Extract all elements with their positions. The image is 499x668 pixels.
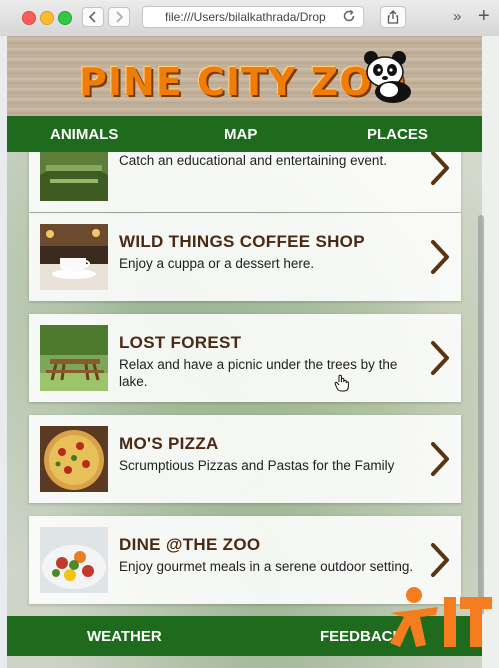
pizza-thumbnail xyxy=(40,426,108,492)
chevron-right-icon xyxy=(431,543,449,577)
nav-animals[interactable]: ANIMALS xyxy=(50,126,118,143)
chevron-left-icon xyxy=(88,11,96,23)
nav-map[interactable]: MAP xyxy=(224,126,257,143)
back-button[interactable] xyxy=(82,7,104,27)
address-text: file:///Users/bilalkathrada/Drop xyxy=(165,10,326,24)
zoom-window-button[interactable] xyxy=(58,11,72,25)
panda-icon xyxy=(364,51,411,103)
forward-button[interactable] xyxy=(108,7,130,27)
chevron-right-icon xyxy=(431,341,449,375)
chevron-right-icon xyxy=(116,11,124,23)
background-editor xyxy=(0,36,7,668)
new-tab-button[interactable]: + xyxy=(478,5,490,28)
list-item[interactable]: LOST FOREST Relax and have a picnic unde… xyxy=(29,314,461,402)
page-viewport: Catch an educational and entertaining ev… xyxy=(7,36,482,668)
minimize-window-button[interactable] xyxy=(40,11,54,25)
site-logo[interactable]: PINE CITY ZOO xyxy=(79,60,406,104)
list-item[interactable]: WILD THINGS COFFEE SHOP Enjoy a cuppa or… xyxy=(29,213,461,301)
place-description: Relax and have a picnic under the trees … xyxy=(119,357,398,389)
more-tabs-button[interactable]: » xyxy=(453,8,461,25)
close-window-button[interactable] xyxy=(22,11,36,25)
hand-cursor-icon xyxy=(334,374,349,392)
place-description: Enjoy a cuppa or a dessert here. xyxy=(119,256,315,271)
place-title: DINE @THE ZOO xyxy=(119,535,261,554)
window-edge xyxy=(482,36,499,668)
scrollbar[interactable] xyxy=(478,215,484,615)
brand-watermark-icon xyxy=(390,587,492,647)
share-icon xyxy=(387,10,399,24)
nav-places[interactable]: PLACES xyxy=(367,126,428,143)
browser-toolbar: file:///Users/bilalkathrada/Drop » + xyxy=(0,0,499,37)
chevron-right-icon xyxy=(431,240,449,274)
place-title: WILD THINGS COFFEE SHOP xyxy=(119,232,365,251)
picnic-thumbnail xyxy=(40,325,108,391)
site-header: PINE CITY ZOO xyxy=(7,36,482,116)
chevron-right-icon xyxy=(431,442,449,476)
place-description: Scrumptious Pizzas and Pastas for the Fa… xyxy=(119,458,395,473)
place-title: MO'S PIZZA xyxy=(119,434,219,453)
nav-weather[interactable]: WEATHER xyxy=(87,628,162,645)
list-item[interactable]: MO'S PIZZA Scrumptious Pizzas and Pastas… xyxy=(29,415,461,503)
top-nav: ANIMALS MAP PLACES xyxy=(7,116,482,152)
salad-thumbnail xyxy=(40,527,108,593)
place-description: Catch an educational and entertaining ev… xyxy=(119,153,387,168)
address-bar[interactable]: file:///Users/bilalkathrada/Drop xyxy=(142,6,364,28)
chevron-right-icon xyxy=(431,151,449,185)
reload-icon[interactable] xyxy=(341,8,357,24)
coffee-thumbnail xyxy=(40,224,108,290)
share-button[interactable] xyxy=(380,6,406,28)
place-title: LOST FOREST xyxy=(119,333,242,352)
place-description: Enjoy gourmet meals in a serene outdoor … xyxy=(119,559,414,574)
